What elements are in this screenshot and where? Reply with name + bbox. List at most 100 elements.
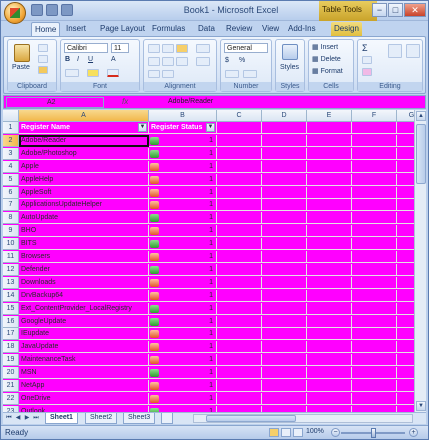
- table-cell[interactable]: [307, 392, 352, 405]
- register-status-cell[interactable]: 1: [149, 186, 217, 199]
- horizontal-scrollbar[interactable]: [193, 414, 413, 423]
- table-cell[interactable]: [262, 238, 307, 251]
- table-cell[interactable]: [352, 289, 397, 302]
- register-name-cell[interactable]: Defender: [19, 263, 149, 276]
- align-top-icon[interactable]: [148, 44, 160, 53]
- table-cell[interactable]: [262, 134, 307, 147]
- sheet-tab-1[interactable]: Sheet1: [45, 413, 78, 424]
- table-cell[interactable]: [307, 328, 352, 341]
- table-cell[interactable]: [217, 134, 262, 147]
- row-header[interactable]: 8: [3, 212, 19, 225]
- table-cell[interactable]: [217, 289, 262, 302]
- register-status-cell[interactable]: 1: [149, 173, 217, 186]
- table-cell[interactable]: [307, 380, 352, 392]
- register-status-cell[interactable]: 1: [149, 199, 217, 212]
- sort-filter-icon[interactable]: [388, 44, 402, 58]
- table-cell[interactable]: [307, 173, 352, 186]
- autosum-icon[interactable]: Σ: [362, 43, 368, 53]
- italic-icon[interactable]: I: [77, 56, 79, 63]
- table-cell[interactable]: [217, 199, 262, 212]
- table-cell[interactable]: [307, 289, 352, 302]
- table-cell[interactable]: [262, 380, 307, 392]
- register-name-cell[interactable]: Browsers: [19, 251, 149, 263]
- row-header[interactable]: 19: [3, 354, 19, 367]
- select-all-corner[interactable]: [3, 110, 19, 122]
- register-name-cell[interactable]: AutoUpdate: [19, 212, 149, 225]
- delete-cells-button[interactable]: ▦ Delete: [312, 55, 341, 63]
- register-name-cell[interactable]: OneDrive: [19, 392, 149, 405]
- table-cell[interactable]: [262, 147, 307, 160]
- tab-data[interactable]: Data: [195, 22, 218, 36]
- tab-design[interactable]: Design: [331, 22, 362, 36]
- table-cell[interactable]: [217, 380, 262, 392]
- first-sheet-icon[interactable]: ⏮: [5, 414, 13, 423]
- page-layout-view-icon[interactable]: [281, 428, 291, 437]
- row-header[interactable]: 1: [3, 122, 19, 134]
- increase-decimal-icon[interactable]: [225, 70, 239, 78]
- register-name-cell[interactable]: Ext_ContentProvider_LocalRegistry: [19, 302, 149, 315]
- align-center-icon[interactable]: [162, 57, 174, 66]
- zoom-in-icon[interactable]: +: [409, 428, 418, 437]
- font-color-icon[interactable]: [107, 69, 119, 77]
- table-cell[interactable]: [262, 212, 307, 225]
- register-status-cell[interactable]: 1: [149, 134, 217, 147]
- sheet-tab-3[interactable]: Sheet3: [123, 413, 156, 424]
- minimize-button[interactable]: −: [372, 3, 387, 17]
- table-cell[interactable]: [262, 160, 307, 173]
- office-button[interactable]: [4, 2, 26, 24]
- table-cell[interactable]: [307, 302, 352, 315]
- table-cell[interactable]: [307, 212, 352, 225]
- row-header[interactable]: 20: [3, 367, 19, 380]
- format-painter-icon[interactable]: [38, 66, 48, 74]
- filter-dropdown-icon[interactable]: ▼: [138, 123, 147, 132]
- table-cell[interactable]: [262, 302, 307, 315]
- register-name-cell[interactable]: NetApp: [19, 380, 149, 392]
- zoom-slider-thumb[interactable]: [371, 428, 376, 438]
- row-header[interactable]: 7: [3, 199, 19, 212]
- table-cell[interactable]: [262, 367, 307, 380]
- register-name-cell[interactable]: GoogleUpdate: [19, 315, 149, 328]
- name-box[interactable]: A2: [6, 97, 104, 108]
- horizontal-scroll-thumb[interactable]: [206, 415, 296, 422]
- register-status-cell[interactable]: 1: [149, 147, 217, 160]
- increase-indent-icon[interactable]: [162, 70, 174, 78]
- decrease-indent-icon[interactable]: [148, 70, 160, 78]
- register-name-cell[interactable]: Adobe/Reader: [19, 134, 149, 147]
- table-cell[interactable]: [352, 367, 397, 380]
- styles-icon[interactable]: [282, 44, 298, 60]
- table-cell[interactable]: [352, 173, 397, 186]
- table-cell[interactable]: [217, 251, 262, 263]
- sheet-tab-2[interactable]: Sheet2: [85, 413, 118, 424]
- table-cell[interactable]: [352, 160, 397, 173]
- table-cell[interactable]: [262, 173, 307, 186]
- row-header[interactable]: 9: [3, 225, 19, 238]
- row-header[interactable]: 17: [3, 328, 19, 341]
- align-left-icon[interactable]: [148, 57, 160, 66]
- header-cell-register-name[interactable]: Register Name ▼: [19, 122, 149, 134]
- row-header[interactable]: 5: [3, 173, 19, 186]
- register-status-cell[interactable]: 1: [149, 289, 217, 302]
- table-cell[interactable]: [352, 186, 397, 199]
- register-name-cell[interactable]: AppleHelp: [19, 173, 149, 186]
- vertical-scroll-thumb[interactable]: [416, 124, 426, 184]
- row-header[interactable]: 10: [3, 238, 19, 251]
- register-name-cell[interactable]: MSN: [19, 367, 149, 380]
- table-cell[interactable]: [262, 122, 307, 134]
- table-cell[interactable]: [352, 238, 397, 251]
- table-cell[interactable]: [352, 212, 397, 225]
- table-cell[interactable]: [217, 276, 262, 289]
- register-name-cell[interactable]: Adobe/Photoshop: [19, 147, 149, 160]
- table-cell[interactable]: [352, 392, 397, 405]
- clear-icon[interactable]: [362, 68, 372, 76]
- table-cell[interactable]: [262, 341, 307, 354]
- register-status-cell[interactable]: 1: [149, 238, 217, 251]
- table-cell[interactable]: [307, 354, 352, 367]
- table-cell[interactable]: [217, 147, 262, 160]
- table-cell[interactable]: [217, 392, 262, 405]
- register-status-cell[interactable]: 1: [149, 328, 217, 341]
- register-status-cell[interactable]: 1: [149, 380, 217, 392]
- grow-font-icon[interactable]: A: [111, 56, 116, 63]
- cut-icon[interactable]: [38, 44, 48, 52]
- scroll-down-icon[interactable]: ▼: [416, 401, 426, 411]
- header-cell-register-status[interactable]: Register Status ▼: [149, 122, 217, 134]
